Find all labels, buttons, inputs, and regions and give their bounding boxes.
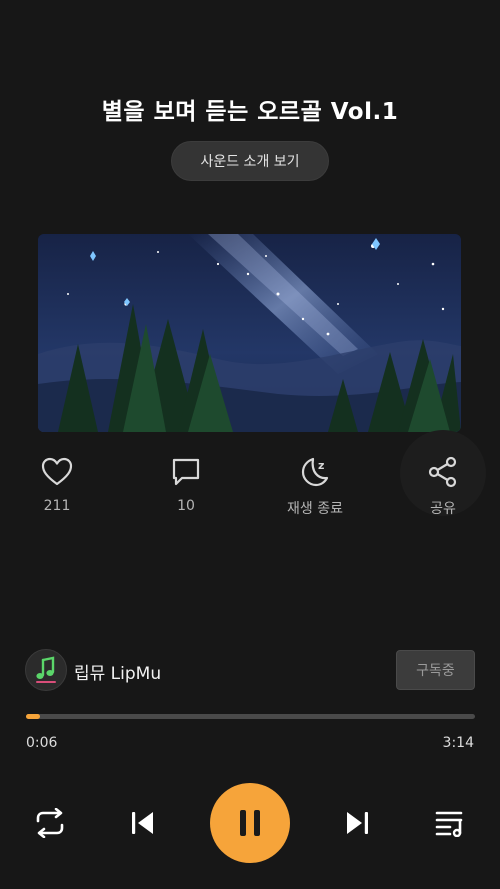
share-button[interactable]: 공유 bbox=[388, 455, 498, 518]
repeat-icon bbox=[36, 808, 64, 838]
next-button[interactable] bbox=[338, 805, 378, 841]
sound-intro-button[interactable]: 사운드 소개 보기 bbox=[171, 141, 329, 181]
total-time: 3:14 bbox=[442, 735, 474, 751]
album-artwork bbox=[38, 234, 461, 432]
playlist-icon bbox=[435, 811, 463, 837]
like-button[interactable]: 211 bbox=[2, 455, 112, 514]
repeat-button[interactable] bbox=[30, 805, 70, 841]
like-count: 211 bbox=[43, 498, 71, 514]
playback-controls bbox=[0, 783, 500, 863]
subscribe-button[interactable]: 구독중 bbox=[396, 650, 475, 690]
sleep-timer-button[interactable]: z 재생 종료 bbox=[260, 455, 370, 518]
pause-button[interactable] bbox=[210, 783, 290, 863]
track-title: 별을 보며 듣는 오르골 Vol.1 bbox=[101, 99, 399, 125]
sleep-timer-label: 재생 종료 bbox=[287, 501, 343, 517]
action-bar: 211 10 z 재생 종료 공유 bbox=[0, 455, 500, 525]
comment-count: 10 bbox=[177, 498, 195, 514]
channel-name[interactable]: 립뮤 LipMu bbox=[74, 659, 161, 684]
pause-icon bbox=[240, 810, 260, 836]
moon-sleep-icon: z bbox=[298, 455, 332, 489]
previous-button[interactable] bbox=[122, 805, 162, 841]
channel-row: 립뮤 LipMu 구독중 bbox=[25, 649, 475, 691]
channel-avatar[interactable] bbox=[25, 649, 67, 691]
playlist-button[interactable] bbox=[430, 805, 470, 841]
comment-button[interactable]: 10 bbox=[131, 455, 241, 514]
current-time: 0:06 bbox=[26, 735, 58, 751]
share-icon bbox=[426, 455, 460, 489]
music-note-icon bbox=[36, 656, 56, 683]
skip-previous-icon bbox=[132, 812, 153, 834]
share-label: 공유 bbox=[430, 501, 456, 517]
skip-next-icon bbox=[347, 812, 368, 834]
progress-fill bbox=[26, 714, 41, 719]
comment-icon bbox=[169, 455, 203, 489]
heart-icon bbox=[40, 455, 74, 489]
progress-bar[interactable] bbox=[26, 714, 475, 719]
svg-text:z: z bbox=[318, 459, 324, 472]
